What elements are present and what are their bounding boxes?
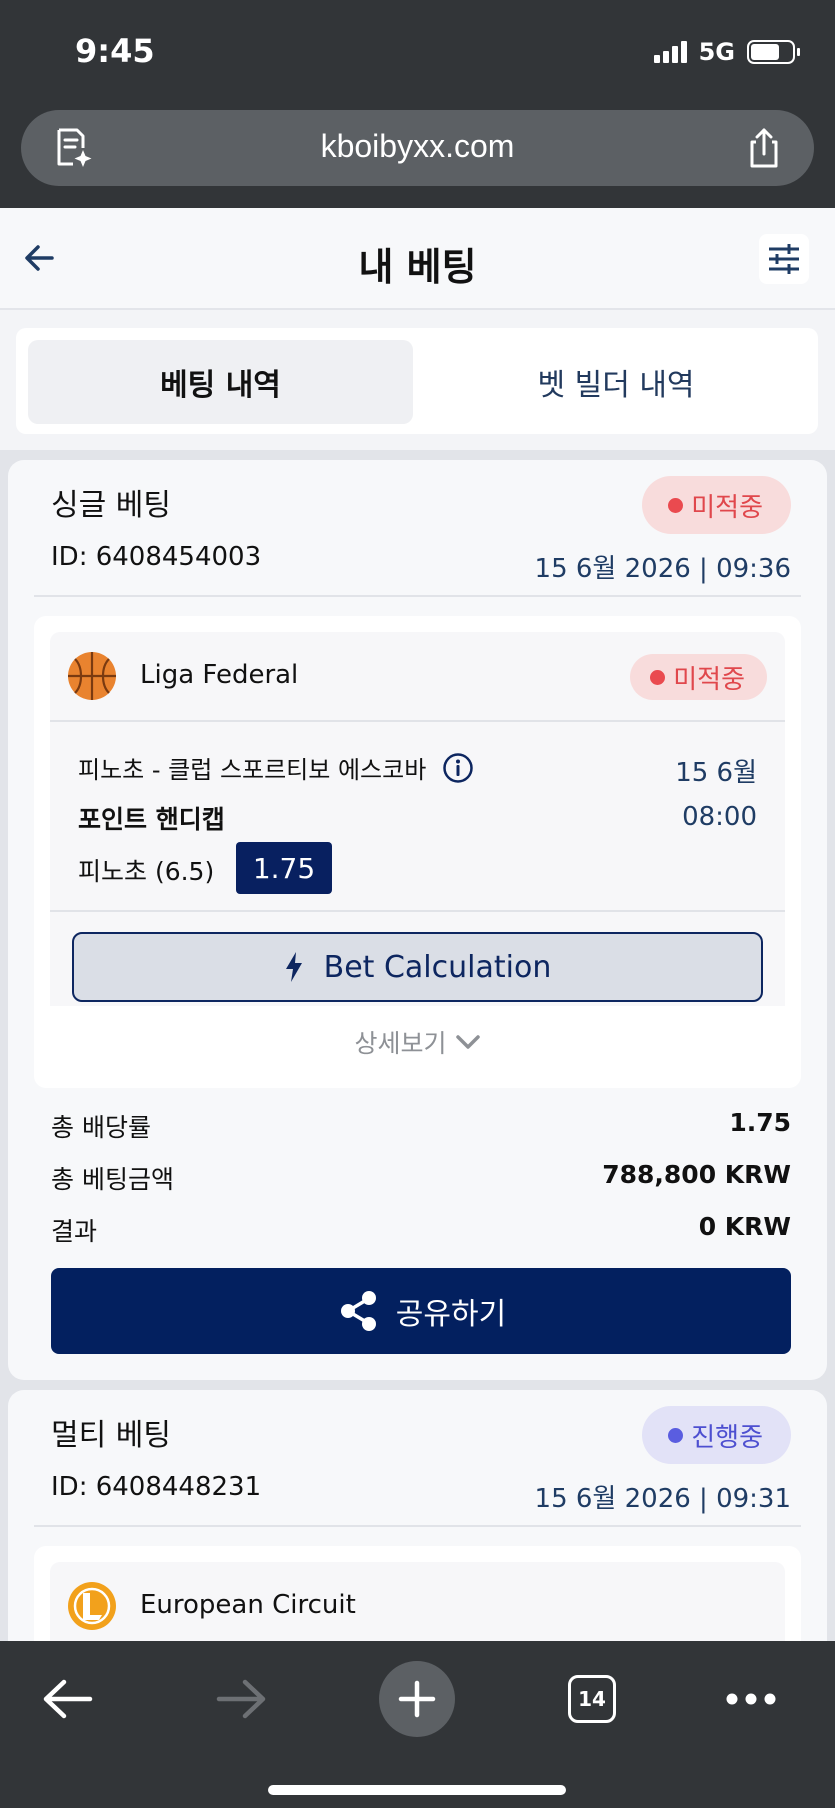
url-bar[interactable]: kboibyxx.com (21, 110, 814, 186)
status-badge: 미적중 (642, 476, 791, 534)
divider (34, 1525, 801, 1527)
bet-datetime: 15 6월 2026 | 09:36 (534, 554, 791, 584)
calc-area: Bet Calculation (50, 912, 785, 1006)
selection-body: 피노초 - 클럽 스포르티보 에스코바 15 6월 포인트 핸디캡 08:00 … (50, 722, 785, 912)
bet-datetime: 15 6월 2026 | 09:31 (534, 1484, 791, 1514)
status-text: 미적중 (691, 492, 763, 523)
league-name: European Circuit (140, 1590, 356, 1620)
bet-calculation-label: Bet Calculation (323, 949, 552, 985)
tabs-button[interactable]: 14 (554, 1661, 630, 1737)
summary-row-total-odds: 총 배당률 1.75 (51, 1108, 791, 1144)
match-date: 15 6월 (675, 758, 757, 788)
summary-value: 1.75 (729, 1108, 791, 1137)
signal-icon (653, 41, 687, 63)
network-label: 5G (698, 38, 735, 66)
new-tab-button[interactable] (379, 1661, 455, 1737)
filter-sliders-icon (769, 244, 799, 274)
tab-bet-builder-history[interactable]: 벳 빌더 내역 (416, 340, 816, 424)
bet-card: 싱글 베팅 미적중 ID: 6408454003 15 6월 2026 | 09… (8, 460, 827, 1380)
share-page-icon[interactable] (740, 124, 788, 172)
status-dot-icon (668, 497, 684, 513)
match-name: 피노초 - 클럽 스포르티보 에스코바 (78, 750, 474, 785)
lightning-icon (285, 952, 302, 982)
page-title: 내 베팅 (358, 245, 477, 289)
selection-box: Liga Federal 미적중 피노초 - 클럽 스포르티보 에스코바 15 … (34, 616, 801, 1088)
tab-bar: 베팅 내역 벳 빌더 내역 (16, 328, 818, 434)
summary-value: 0 KRW (698, 1212, 791, 1241)
plus-icon (398, 1680, 436, 1718)
browser-top-bar: 9:45 5G kboibyxx.com (0, 0, 835, 208)
tab-bet-history[interactable]: 베팅 내역 (28, 340, 413, 424)
selection-status-badge: 미적중 (630, 654, 767, 700)
chevron-down-icon (455, 1035, 480, 1049)
home-indicator (268, 1785, 566, 1795)
odds-value: 1.75 (236, 842, 332, 894)
status-dot-icon (668, 1427, 684, 1443)
summary-row-result: 결과 0 KRW (51, 1212, 791, 1248)
status-time: 9:45 (75, 32, 155, 70)
url-text[interactable]: kboibyxx.com (21, 128, 814, 165)
info-icon[interactable] (442, 752, 474, 784)
battery-icon (747, 40, 800, 64)
summary-label: 결과 (51, 1217, 98, 1246)
more-dots-icon (726, 1693, 776, 1705)
status-indicators: 5G (653, 38, 800, 66)
summary-row-total-stake: 총 베팅금액 788,800 KRW (51, 1160, 791, 1196)
share-button[interactable]: 공유하기 (51, 1268, 791, 1354)
details-toggle[interactable]: 상세보기 (34, 1024, 801, 1060)
pick-name: 피노초 (6.5) (78, 857, 215, 886)
bet-type: 멀티 베팅 (51, 1418, 171, 1453)
match-time: 08:00 (682, 802, 757, 832)
bet-type: 싱글 베팅 (51, 488, 171, 523)
market-name: 포인트 핸디캡 (78, 805, 225, 834)
browser-bottom-bar: 14 (0, 1641, 835, 1808)
filter-button[interactable] (759, 234, 809, 284)
league-of-legends-icon (68, 1582, 116, 1630)
status-dot-icon (650, 669, 666, 685)
selection-status-text: 미적중 (673, 664, 745, 695)
status-text: 진행중 (691, 1422, 763, 1453)
selection-header: Liga Federal 미적중 (50, 632, 785, 722)
basketball-icon (68, 652, 116, 700)
tab-count-badge: 14 (568, 1675, 616, 1723)
league-name: Liga Federal (140, 660, 299, 690)
status-badge: 진행중 (642, 1406, 791, 1464)
match-title: 피노초 - 클럽 스포르티보 에스코바 (78, 756, 427, 784)
tabs-section: 베팅 내역 벳 빌더 내역 (0, 310, 835, 450)
divider (34, 595, 801, 597)
summary-label: 총 배당률 (51, 1113, 151, 1142)
share-label: 공유하기 (395, 1297, 507, 1332)
summary-label: 총 베팅금액 (51, 1165, 174, 1194)
bet-calculation-button[interactable]: Bet Calculation (72, 932, 763, 1002)
details-label: 상세보기 (354, 1029, 447, 1058)
share-icon (340, 1291, 376, 1331)
arrow-right-icon (216, 1679, 266, 1719)
selection-header: European Circuit (50, 1562, 785, 1652)
bet-id: ID: 6408454003 (51, 542, 262, 572)
arrow-left-icon (43, 1679, 93, 1719)
more-menu-button[interactable] (713, 1661, 789, 1737)
app-header: 내 베팅 (0, 208, 835, 310)
bet-id: ID: 6408448231 (51, 1472, 262, 1502)
summary-value: 788,800 KRW (602, 1160, 791, 1189)
browser-back-button[interactable] (29, 1661, 105, 1737)
browser-forward-button[interactable] (204, 1661, 280, 1737)
